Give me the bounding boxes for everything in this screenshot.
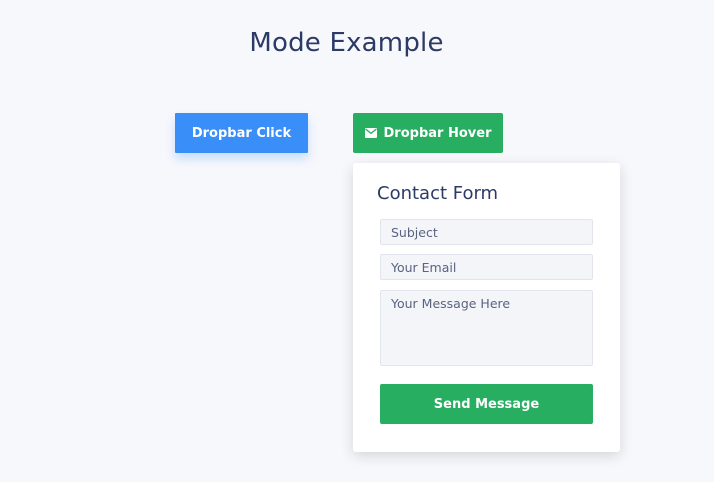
contact-form-dropdown: Contact Form Send Message <box>353 163 620 452</box>
send-message-label: Send Message <box>433 396 540 412</box>
message-textarea[interactable] <box>380 290 593 366</box>
page-title: Mode Example <box>249 28 444 58</box>
dropbar-hover-label: Dropbar Hover <box>383 125 492 141</box>
dropbar-click-label: Dropbar Click <box>191 125 292 141</box>
email-input[interactable] <box>380 254 593 280</box>
contact-form-title: Contact Form <box>377 183 499 204</box>
envelope-icon <box>364 128 377 138</box>
send-message-button[interactable]: Send Message <box>380 384 593 424</box>
dropbar-hover-button[interactable]: Dropbar Hover <box>353 113 503 153</box>
dropbar-click-button[interactable]: Dropbar Click <box>175 113 308 153</box>
page: Mode Example Dropbar Click Dropbar Hover… <box>0 0 714 482</box>
subject-input[interactable] <box>380 219 593 245</box>
